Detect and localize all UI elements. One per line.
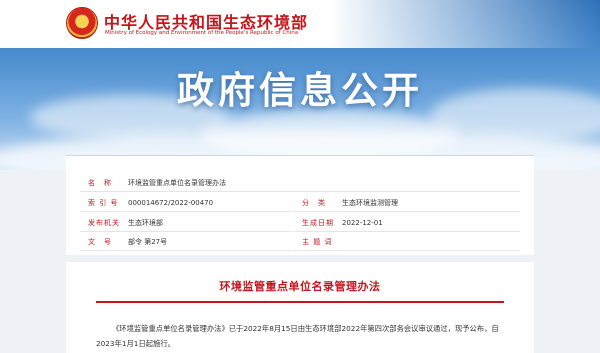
document-content: 环境监管重点单位名录管理办法 《环境监管重点单位名录管理办法》已于2022年8月… <box>66 262 534 353</box>
site-header: ★ 中华人民共和国生态环境部 Ministry of Ecology and E… <box>0 0 600 48</box>
document-body: 《环境监管重点单位名录管理办法》已于2022年8月15日由生态环境部2022年第… <box>96 324 499 348</box>
meta-value: 环境监管重点单位名录管理办法 <box>128 179 226 187</box>
meta-value: 生态环境部 <box>128 219 163 227</box>
meta-row-date: 生成日期 2022-12-01 <box>294 214 520 232</box>
meta-row-issuer: 发布机关 生态环境部 <box>80 214 292 232</box>
meta-label: 发布机关 <box>88 219 120 227</box>
meta-row-index: 索 引 号 000014672/2022-00470 <box>80 194 292 212</box>
national-emblem-icon[interactable]: ★ <box>66 7 98 39</box>
page-title: 政府信息公开 <box>177 69 423 112</box>
document-title: 环境监管重点单位名录管理办法 <box>219 280 381 293</box>
meta-value: 生态环境监测管理 <box>342 199 398 207</box>
meta-label: 生成日期 <box>302 219 334 227</box>
meta-row-name: 名 称 环境监管重点单位名录管理办法 <box>80 174 520 192</box>
meta-label: 分 类 <box>302 199 326 207</box>
site-name-en: Ministry of Ecology and Environment of t… <box>105 30 299 36</box>
meta-row-topic: 主 题 词 <box>294 233 520 251</box>
document-metadata-panel: 名 称 环境监管重点单位名录管理办法 索 引 号 000014672/2022-… <box>66 155 534 255</box>
meta-value: 部令 第27号 <box>128 238 168 246</box>
meta-value: 000014672/2022-00470 <box>128 199 214 207</box>
meta-row-docno: 文 号 部令 第27号 <box>80 233 292 251</box>
meta-label: 主 题 词 <box>302 238 333 246</box>
meta-label: 索 引 号 <box>88 199 119 207</box>
meta-value: 2022-12-01 <box>342 219 383 227</box>
title-divider <box>96 301 504 303</box>
meta-label: 名 称 <box>88 179 112 187</box>
meta-row-category: 分 类 生态环境监测管理 <box>294 194 520 212</box>
meta-label: 文 号 <box>88 238 112 246</box>
